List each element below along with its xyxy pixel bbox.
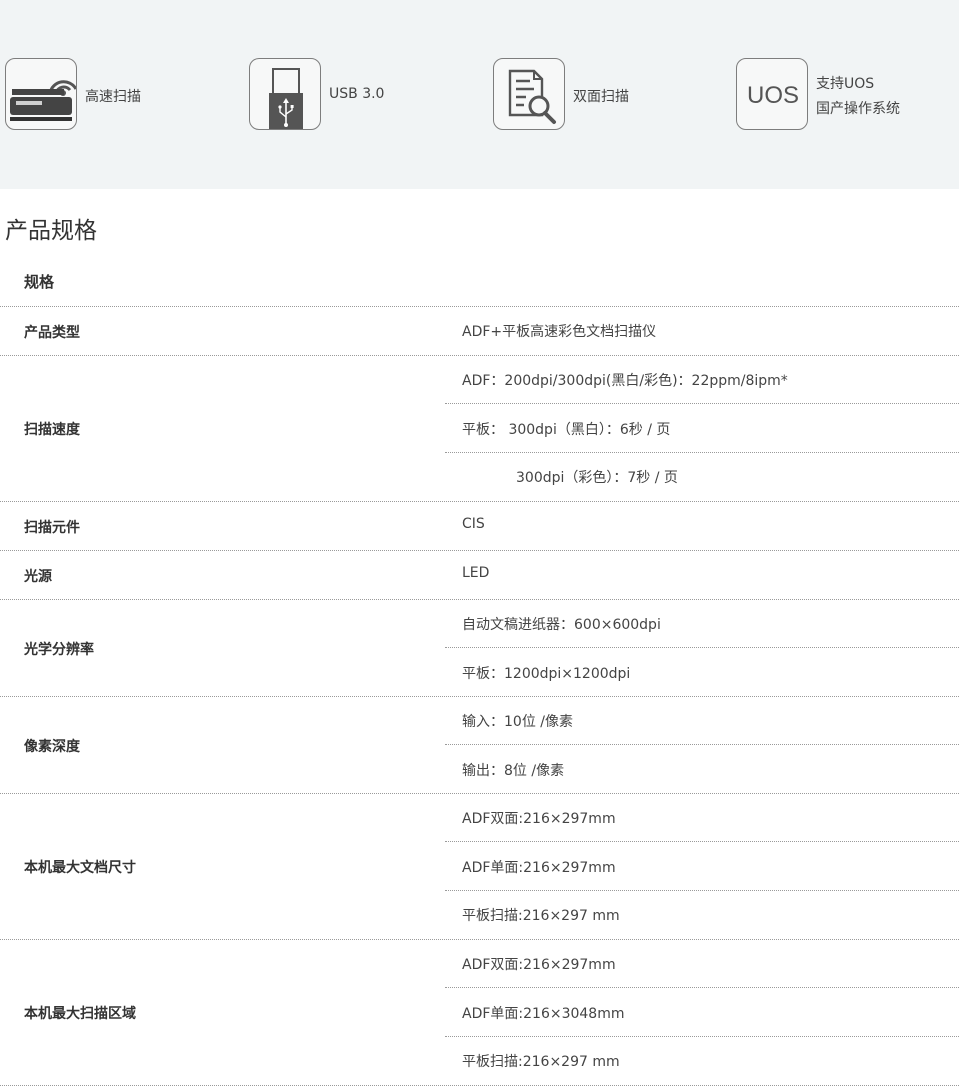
spec-value: 平板扫描:216×297 mm — [462, 908, 620, 924]
feature-label: 高速扫描 — [85, 89, 141, 105]
spec-value-cell: LED — [445, 551, 959, 599]
spec-key: 本机最大扫描区域 — [24, 1006, 136, 1022]
spec-key: 产品类型 — [24, 324, 80, 341]
spec-value: 输入：10位 /像素 — [462, 714, 573, 730]
feature-label: 支持UOS 国产操作系统 — [816, 72, 900, 122]
spec-value: ADF双面:216×297mm — [462, 811, 616, 827]
spec-value: 输出：8位 /像素 — [462, 763, 565, 779]
feature-banner: 高速扫描 USB 3.0 双面扫描 UOS 支持UOS 国产操作系统 — [0, 0, 959, 189]
spec-key: 光源 — [24, 568, 52, 585]
spec-value-cell: 平板扫描:216×297 mm — [445, 891, 959, 939]
scanner-icon — [5, 58, 77, 130]
feature-label: USB 3.0 — [329, 86, 385, 102]
spec-value-cell: ADF：200dpi/300dpi(黑白/彩色)：22ppm/8ipm* — [445, 356, 959, 404]
spec-value-cell: ADF+平板高速彩色文档扫描仪 — [445, 307, 959, 355]
spec-key: 本机最大文档尺寸 — [24, 860, 136, 876]
feature-label-line-1: 支持UOS — [816, 76, 875, 92]
spec-key: 像素深度 — [24, 738, 80, 755]
spec-row: 产品类型 ADF+平板高速彩色文档扫描仪 — [0, 307, 959, 356]
uos-icon: UOS — [736, 58, 808, 130]
spec-value: 平板：1200dpi×1200dpi — [462, 666, 631, 682]
spec-value-cell: 输入：10位 /像素 — [445, 697, 959, 745]
spec-value-cell: 输出：8位 /像素 — [445, 746, 959, 794]
spec-value: LED — [462, 565, 490, 581]
duplex-scan-icon — [493, 58, 565, 130]
svg-text:UOS: UOS — [747, 82, 799, 109]
spec-value: ADF单面:216×3048mm — [462, 1006, 625, 1022]
spec-value: 平板： 300dpi（黑白）：6秒 / 页 — [462, 422, 671, 438]
spec-value-cell: 300dpi（彩色）：7秒 / 页 — [445, 453, 959, 501]
spec-value-cell: 自动文稿进纸器：600×600dpi — [445, 600, 959, 648]
spec-key: 光学分辨率 — [24, 641, 94, 658]
spec-key: 扫描元件 — [24, 519, 80, 536]
spec-row: 光源 LED — [0, 551, 959, 600]
page-title: 产品规格 — [5, 218, 97, 244]
spec-row: 本机最大扫描区域 ADF双面:216×297mm ADF单面:216×3048mm 平… — [0, 940, 959, 1086]
spec-value-cell: 平板：1200dpi×1200dpi — [445, 649, 959, 697]
spec-value: 平板扫描:216×297 mm — [462, 1054, 620, 1070]
spec-row: 像素深度 输入：10位 /像素 输出：8位 /像素 — [0, 697, 959, 794]
spec-header-label: 规格 — [24, 273, 55, 291]
spec-value: 300dpi（彩色）：7秒 / 页 — [516, 470, 678, 486]
spec-row: 扫描速度 ADF：200dpi/300dpi(黑白/彩色)：22ppm/8ipm*… — [0, 356, 959, 502]
spec-value-cell: ADF单面:216×297mm — [445, 843, 959, 891]
spec-row: 光学分辨率 自动文稿进纸器：600×600dpi 平板：1200dpi×1200dp… — [0, 600, 959, 697]
spec-row: 本机最大文档尺寸 ADF双面:216×297mm ADF单面:216×297mm 平板… — [0, 794, 959, 940]
spec-key: 扫描速度 — [24, 422, 80, 438]
spec-row: 扫描元件 CIS — [0, 502, 959, 551]
spec-value: 自动文稿进纸器：600×600dpi — [462, 617, 661, 633]
spec-value-cell: 平板： 300dpi（黑白）：6秒 / 页 — [445, 405, 959, 453]
spec-value-cell: CIS — [445, 502, 959, 550]
spec-value: ADF：200dpi/300dpi(黑白/彩色)：22ppm/8ipm* — [462, 373, 788, 389]
feature-label: 双面扫描 — [573, 89, 629, 105]
spec-value: ADF双面:216×297mm — [462, 957, 616, 973]
spec-value-cell: ADF双面:216×297mm — [445, 940, 959, 988]
spec-value: CIS — [462, 516, 485, 532]
spec-value: ADF+平板高速彩色文档扫描仪 — [462, 324, 657, 340]
spec-value-cell: ADF双面:216×297mm — [445, 794, 959, 842]
usb-icon — [249, 58, 321, 130]
spec-table-header: 规格 — [0, 258, 959, 307]
spec-value: ADF单面:216×297mm — [462, 860, 616, 876]
spec-value-cell: 平板扫描:216×297 mm — [445, 1037, 959, 1085]
spec-value-cell: ADF单面:216×3048mm — [445, 989, 959, 1037]
feature-label-line-2: 国产操作系统 — [816, 101, 900, 117]
